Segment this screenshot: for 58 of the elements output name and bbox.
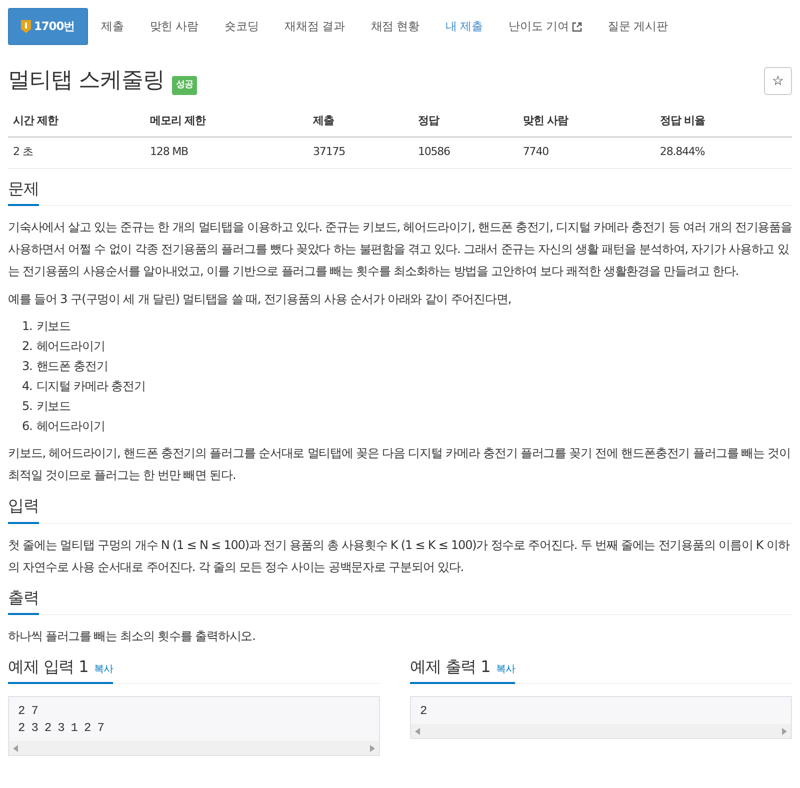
- list-number: 5.: [22, 398, 32, 416]
- list-number: 3.: [22, 358, 32, 376]
- copy-link[interactable]: 복사: [94, 664, 113, 676]
- section-heading: 출력: [8, 588, 39, 615]
- problem-title: 멀티탭 스케줄링: [8, 68, 164, 94]
- horizontal-scrollbar[interactable]: [411, 724, 791, 738]
- paragraph: 첫 줄에는 멀티탭 구멍의 개수 N (1 ≤ N ≤ 100)과 전기 용품의 총 사용횟수 K (1 ≤ K ≤ 100)가 정수로 주어진다. 두 번째 줄에는 전기용품의 이름이 K 이하의 자연수로 사용 순서대로 주어진다. 각 줄의 모든 정수 사이는 공백문자로 구분되어 있다.: [8, 536, 791, 576]
- list-number: 6.: [22, 418, 32, 436]
- paragraph: 예를 들어 3 구(구멍이 세 개 달린) 멀티탭을 쓸 때, 전기용품의 사용 순서가 아래와 같이 주어진다면,: [8, 291, 512, 308]
- column-header: 시간 제한: [8, 105, 146, 137]
- nav-tab[interactable]: 재채점 결과: [272, 8, 358, 46]
- table-cell: 7740: [518, 136, 655, 169]
- table-cell: 10586: [412, 136, 518, 169]
- column-header: 정답 비율: [654, 105, 792, 137]
- column-header: 맞힌 사람: [518, 105, 655, 137]
- table-cell: 28.844%: [654, 136, 792, 169]
- list-number: 4.: [22, 378, 32, 396]
- section-heading: 예제 출력 1: [410, 656, 490, 676]
- column-header: 제출: [308, 105, 413, 137]
- external-link-icon: [572, 22, 582, 32]
- list-item: 키보드: [36, 318, 70, 336]
- nav-tab[interactable]: 내 제출: [432, 8, 496, 46]
- nav-tab[interactable]: 1700번: [8, 8, 88, 46]
- sample-text: 2: [419, 703, 428, 720]
- horizontal-scrollbar[interactable]: [9, 741, 379, 755]
- copy-link[interactable]: 복사: [496, 664, 515, 676]
- nav-tab[interactable]: 맞힌 사람: [136, 8, 212, 46]
- list-item: 헤어드라이기: [36, 338, 105, 356]
- star-button[interactable]: ☆: [764, 67, 792, 96]
- column-header: 정답: [412, 105, 518, 137]
- section-heading: 문제: [8, 179, 39, 206]
- medal-icon: [21, 20, 31, 34]
- table-cell: 128 MB: [145, 136, 308, 169]
- nav-tab[interactable]: 숏코딩: [211, 8, 272, 46]
- sample-text: 2 7 2 3 2 3 1 2 7: [17, 703, 105, 737]
- paragraph: 기숙사에서 살고 있는 준규는 한 개의 멀티탭을 이용하고 있다. 준규는 키보드, 헤어드라이기, 핸드폰 충전기, 디지털 카메라 충전기 등 여러 개의 전기용품을 사용하면서 어쩔 수 없이 각종 전기용품의 플러그를 뺐다 꽂았다 하는 불편함을 겪고 있다. 그래서 준규는 자신의 생활 패턴을 분석하여, 자기가 사용하고 있는 전기용품의 사용순서를 알아내었고, 이를 기반으로 플러그를 빼는 횟수를 최소화하는 방법을 고안하여 보다 쾌적한 생활환경을 만들려고 한다.: [8, 219, 792, 280]
- scroll-left-icon[interactable]: [13, 744, 18, 752]
- scroll-left-icon[interactable]: [415, 728, 420, 734]
- nav-tab[interactable]: 질문 게시판: [594, 8, 681, 46]
- paragraph: 하나씩 플러그를 빼는 최소의 횟수를 출력하시오.: [8, 628, 256, 645]
- status-badge: 성공: [172, 76, 198, 95]
- list-number: 1.: [22, 318, 32, 336]
- nav-tab[interactable]: 제출: [88, 8, 137, 46]
- scroll-right-icon[interactable]: [782, 728, 787, 734]
- list-item: 디지털 카메라 충전기: [36, 378, 146, 396]
- list-item: 핸드폰 충전기: [36, 358, 108, 376]
- section-heading: 예제 입력 1: [8, 656, 88, 676]
- nav-tab[interactable]: 난이도 기여: [496, 8, 595, 46]
- list-item: 헤어드라이기: [36, 418, 105, 436]
- list-item: 키보드: [36, 398, 70, 416]
- scroll-right-icon[interactable]: [370, 744, 375, 752]
- paragraph: 키보드, 헤어드라이기, 핸드폰 충전기의 플러그를 순서대로 멀티탭에 꽂은 다음 디지털 카메라 충전기 플러그를 꽂기 전에 핸드폰충전기 플러그를 빼는 것이 최적일 것이므로 플러그는 한 번만 빼면 된다.: [8, 445, 792, 484]
- table-cell: 2 초: [8, 136, 146, 169]
- section-heading: 입력: [8, 496, 39, 524]
- nav-tab[interactable]: 채점 현황: [358, 8, 432, 46]
- column-header: 메모리 제한: [145, 105, 308, 137]
- table-cell: 37175: [308, 136, 413, 169]
- list-number: 2.: [22, 338, 32, 356]
